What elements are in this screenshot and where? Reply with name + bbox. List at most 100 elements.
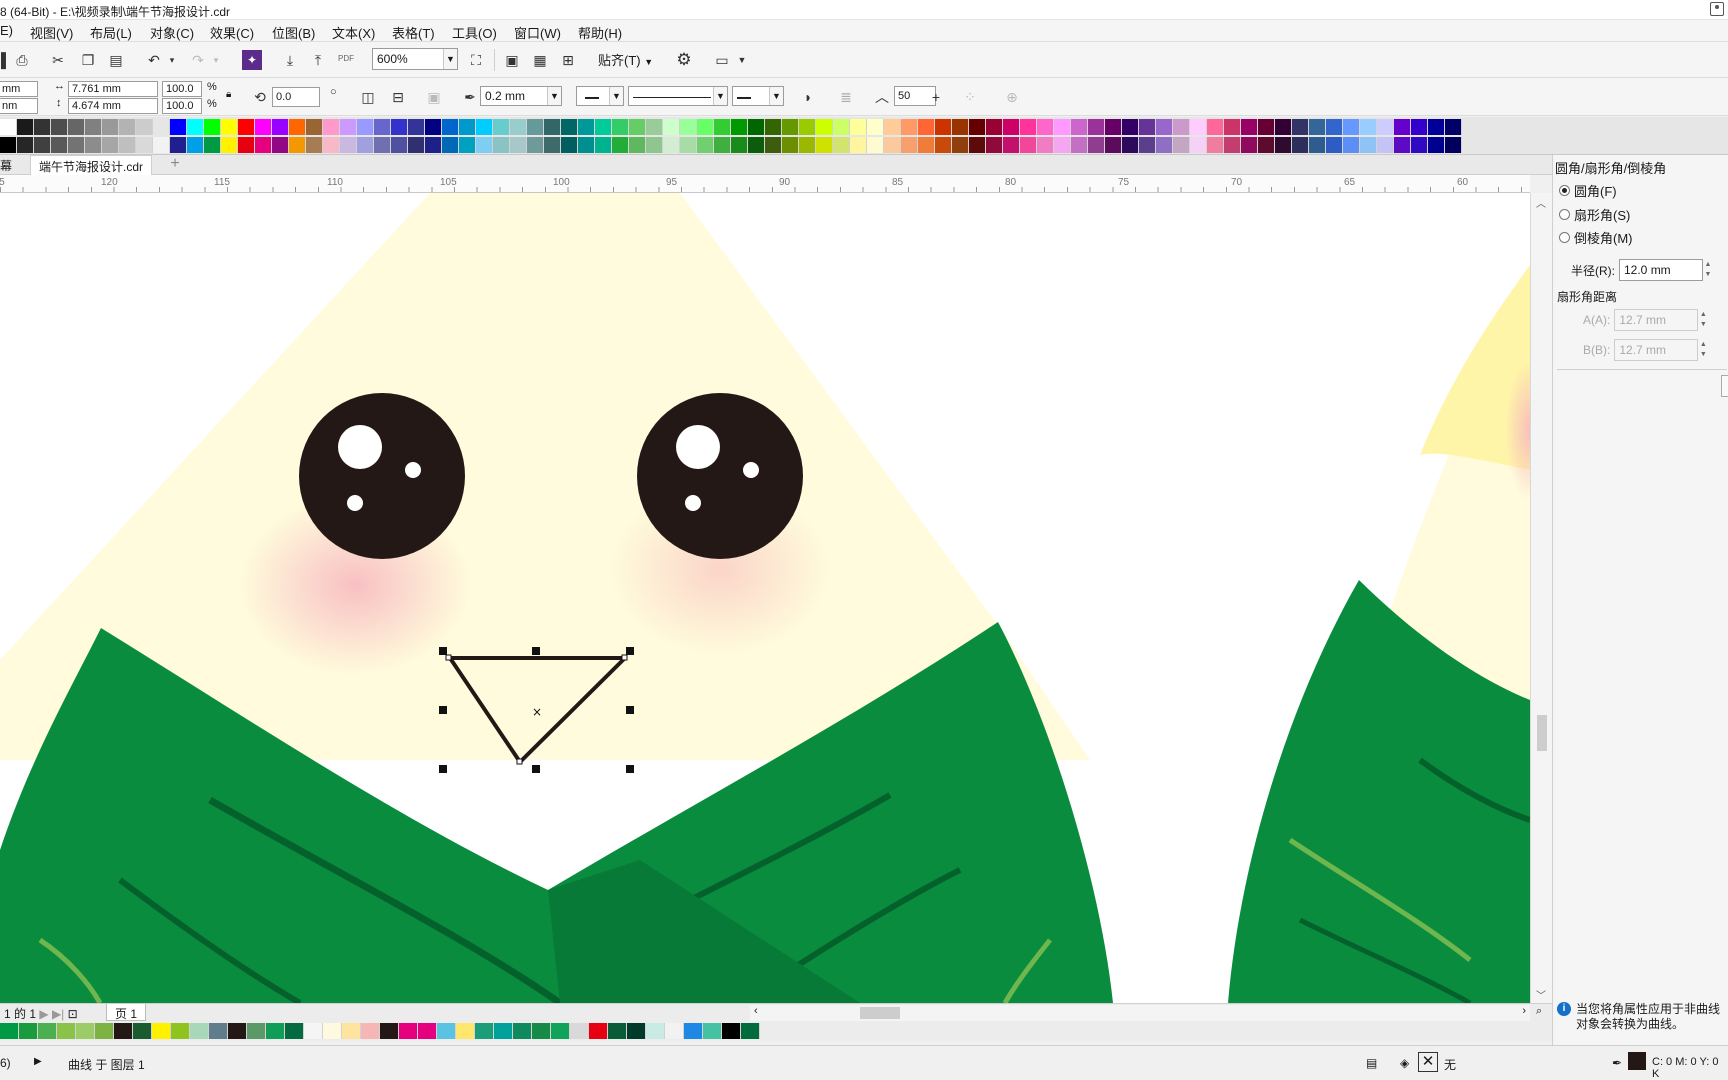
color-swatch[interactable] — [782, 119, 799, 135]
left-eye[interactable] — [299, 393, 465, 559]
plus-icon[interactable]: + — [926, 87, 946, 107]
color-swatch[interactable] — [456, 1023, 475, 1039]
menu-bitmaps[interactable]: 位图(B) — [272, 23, 315, 42]
color-swatch[interactable] — [493, 119, 510, 135]
color-swatch[interactable] — [76, 1023, 95, 1039]
vertical-scrollbar[interactable]: ︿ ﹀ — [1530, 193, 1552, 1003]
color-swatch[interactable] — [289, 137, 306, 153]
color-swatch[interactable] — [627, 1023, 646, 1039]
text-wrap-icon[interactable]: ▣ — [424, 87, 444, 107]
color-swatch[interactable] — [204, 119, 221, 135]
undo-icon[interactable]: ↶ — [144, 50, 164, 70]
color-swatch[interactable] — [357, 137, 374, 153]
selection-handle-sw[interactable] — [439, 765, 447, 773]
color-swatch[interactable] — [714, 119, 731, 135]
color-swatch[interactable] — [442, 137, 459, 153]
color-swatch[interactable] — [0, 137, 17, 153]
color-swatch[interactable] — [34, 137, 51, 153]
print-icon[interactable]: ⎙ — [12, 50, 32, 70]
color-swatch[interactable] — [850, 137, 867, 153]
chevron-down-icon[interactable]: ▼ — [732, 50, 752, 70]
color-swatch[interactable] — [136, 119, 153, 135]
color-swatch[interactable] — [513, 1023, 532, 1039]
no-fill-icon[interactable]: ✕ — [1418, 1052, 1438, 1072]
color-swatch[interactable] — [1003, 119, 1020, 135]
color-swatch[interactable] — [494, 1023, 513, 1039]
color-swatch[interactable] — [748, 137, 765, 153]
color-swatch[interactable] — [68, 119, 85, 135]
color-swatch[interactable] — [1309, 119, 1326, 135]
color-swatch[interactable] — [425, 137, 442, 153]
menu-help[interactable]: 帮助(H) — [578, 23, 622, 42]
option-chamfer[interactable]: 倒棱角(M) — [1559, 228, 1633, 247]
undo-dropdown-icon[interactable]: ▾ — [162, 50, 182, 70]
color-swatch[interactable] — [153, 137, 170, 153]
color-swatch[interactable] — [612, 137, 629, 153]
application-launcher-icon[interactable]: ▭ — [712, 50, 732, 70]
color-swatch[interactable] — [255, 119, 272, 135]
color-swatch[interactable] — [884, 119, 901, 135]
chevron-down-icon[interactable]: ﹀ — [1536, 987, 1546, 1002]
menu-tools[interactable]: 工具(O) — [452, 23, 497, 42]
cut-icon[interactable]: ✂ — [48, 50, 68, 70]
color-swatch[interactable] — [665, 1023, 684, 1039]
color-swatch[interactable] — [714, 137, 731, 153]
color-swatch[interactable] — [1020, 119, 1037, 135]
distance-a-field[interactable]: 12.7 mm ▲ ▼ — [1614, 309, 1707, 331]
color-swatch[interactable] — [595, 137, 612, 153]
color-swatch[interactable] — [833, 119, 850, 135]
color-swatch[interactable] — [1445, 137, 1462, 153]
color-swatch[interactable] — [799, 119, 816, 135]
menu-window[interactable]: 窗口(W) — [514, 23, 561, 42]
show-rulers-icon[interactable]: ▣ — [502, 50, 522, 70]
color-swatch[interactable] — [1071, 119, 1088, 135]
center-marker-icon[interactable]: × — [532, 705, 542, 719]
color-swatch[interactable] — [119, 119, 136, 135]
color-swatch[interactable] — [578, 119, 595, 135]
y-position-field[interactable]: nm — [0, 98, 38, 114]
color-swatch[interactable] — [765, 137, 782, 153]
color-swatch[interactable] — [306, 137, 323, 153]
color-swatch[interactable] — [102, 137, 119, 153]
redo-icon[interactable]: ↷ — [188, 50, 208, 70]
color-swatch[interactable] — [816, 119, 833, 135]
spin-arrows-icon[interactable]: ▲ ▼ — [1702, 260, 1714, 282]
color-swatch[interactable] — [935, 137, 952, 153]
selection-handle-s[interactable] — [532, 765, 540, 773]
zoom-select[interactable]: 600% ▼ — [372, 48, 458, 70]
color-swatch[interactable] — [697, 137, 714, 153]
color-swatch[interactable] — [1377, 137, 1394, 153]
color-swatch[interactable] — [589, 1023, 608, 1039]
color-swatch[interactable] — [969, 119, 986, 135]
color-swatch[interactable] — [323, 119, 340, 135]
color-swatch[interactable] — [952, 119, 969, 135]
color-swatch[interactable] — [323, 1023, 342, 1039]
color-swatch[interactable] — [17, 119, 34, 135]
color-swatch[interactable] — [551, 1023, 570, 1039]
color-swatch[interactable] — [408, 119, 425, 135]
color-swatch[interactable] — [816, 137, 833, 153]
color-swatch[interactable] — [646, 137, 663, 153]
color-swatch[interactable] — [171, 1023, 190, 1039]
color-swatch[interactable] — [612, 119, 629, 135]
color-swatch[interactable] — [1190, 137, 1207, 153]
color-swatch[interactable] — [85, 137, 102, 153]
color-swatch[interactable] — [731, 137, 748, 153]
chevron-down-icon[interactable]: ▼ — [443, 49, 457, 69]
color-swatch[interactable] — [153, 119, 170, 135]
color-swatch[interactable] — [17, 137, 34, 153]
curve-node[interactable] — [445, 654, 452, 661]
outline-pen-icon[interactable]: ✒ — [1612, 1056, 1622, 1070]
color-swatch[interactable] — [187, 137, 204, 153]
color-swatch[interactable] — [646, 119, 663, 135]
horizontal-ruler[interactable]: 125 120 115 110 105 100 95 90 85 80 75 70 65 60 — [0, 175, 1530, 193]
color-swatch[interactable] — [1207, 137, 1224, 153]
color-swatch[interactable] — [342, 1023, 361, 1039]
color-swatch[interactable] — [1377, 119, 1394, 135]
color-swatch[interactable] — [1139, 137, 1156, 153]
spin-arrows-icon[interactable]: ▲ ▼ — [1697, 340, 1709, 362]
color-swatch[interactable] — [1292, 119, 1309, 135]
color-swatch[interactable] — [304, 1023, 323, 1039]
color-swatch[interactable] — [986, 137, 1003, 153]
color-swatch[interactable] — [1258, 119, 1275, 135]
